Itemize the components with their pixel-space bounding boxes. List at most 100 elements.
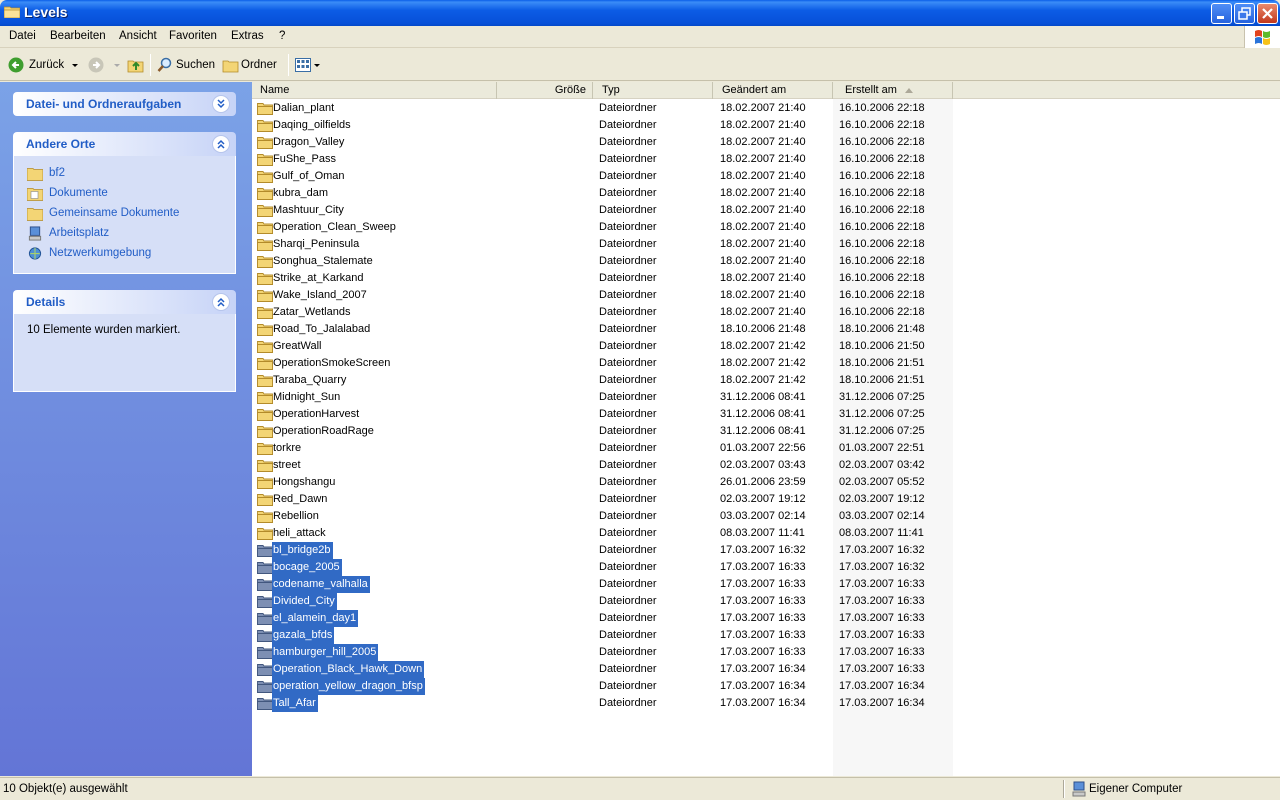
file-row[interactable]: Divided_City Dateiordner 17.03.2007 16:33 1… xyxy=(252,593,1280,610)
file-row[interactable]: operation_yellow_dragon_bfsp Dateiordner 1… xyxy=(252,678,1280,695)
file-row[interactable]: Hongshangu Dateiordner 26.01.2006 23:59 02.… xyxy=(252,474,1280,491)
file-row[interactable]: bocage_2005 Dateiordner 17.03.2007 16:33 17… xyxy=(252,559,1280,576)
file-list[interactable]: Name Größe Typ Geändert am Erstellt am D… xyxy=(252,82,1280,776)
chevron-down-icon[interactable] xyxy=(112,60,122,70)
column-header-created[interactable]: Erstellt am xyxy=(833,82,953,99)
file-name[interactable]: Tall_Afar xyxy=(272,695,318,712)
file-row[interactable]: Operation_Black_Hawk_Down Dateiordner 17.0… xyxy=(252,661,1280,678)
file-row[interactable]: Zatar_Wetlands Dateiordner 18.02.2007 21:4… xyxy=(252,304,1280,321)
close-button[interactable] xyxy=(1257,3,1278,24)
file-row[interactable]: hamburger_hill_2005 Dateiordner 17.03.2007… xyxy=(252,644,1280,661)
file-row[interactable]: Wake_Island_2007 Dateiordner 18.02.2007 21… xyxy=(252,287,1280,304)
file-row[interactable]: OperationRoadRage Dateiordner 31.12.2006 0… xyxy=(252,423,1280,440)
file-row[interactable]: kubra_dam Dateiordner 18.02.2007 21:40 16.1… xyxy=(252,185,1280,202)
file-row[interactable]: Mashtuur_City Dateiordner 18.02.2007 21:40… xyxy=(252,202,1280,219)
place-link-bf2[interactable]: bf2 xyxy=(14,164,235,184)
file-name[interactable]: torkre xyxy=(272,440,303,457)
file-name[interactable]: street xyxy=(272,457,303,474)
file-row[interactable]: heli_attack Dateiordner 08.03.2007 11:41 08… xyxy=(252,525,1280,542)
file-name[interactable]: Midnight_Sun xyxy=(272,389,342,406)
file-name[interactable]: Red_Dawn xyxy=(272,491,329,508)
file-name[interactable]: bocage_2005 xyxy=(272,559,342,576)
file-row[interactable]: Taraba_Quarry Dateiordner 18.02.2007 21:42… xyxy=(252,372,1280,389)
file-name[interactable]: operation_yellow_dragon_bfsp xyxy=(272,678,425,695)
folders-button[interactable]: Ordner xyxy=(222,55,277,75)
file-name[interactable]: Dalian_plant xyxy=(272,100,336,117)
column-header-modified[interactable]: Geändert am xyxy=(713,82,833,99)
other-places-header[interactable]: Andere Orte xyxy=(13,132,236,156)
file-tasks-header[interactable]: Datei- und Ordneraufgaben xyxy=(13,92,236,116)
file-name[interactable]: OperationSmokeScreen xyxy=(272,355,392,372)
menu-extras[interactable]: Extras xyxy=(231,30,264,42)
search-button[interactable]: Suchen xyxy=(157,55,215,75)
file-name[interactable]: Strike_at_Karkand xyxy=(272,270,366,287)
file-name[interactable]: Mashtuur_City xyxy=(272,202,346,219)
file-name[interactable]: kubra_dam xyxy=(272,185,330,202)
file-name[interactable]: OperationRoadRage xyxy=(272,423,376,440)
menu-edit[interactable]: Bearbeiten xyxy=(50,30,106,42)
file-name[interactable]: Sharqi_Peninsula xyxy=(272,236,361,253)
file-row[interactable]: Dalian_plant Dateiordner 18.02.2007 21:40 1… xyxy=(252,100,1280,117)
file-name[interactable]: bl_bridge2b xyxy=(272,542,333,559)
file-name[interactable]: Road_To_Jalalabad xyxy=(272,321,372,338)
file-row[interactable]: Gulf_of_Oman Dateiordner 18.02.2007 21:40 1… xyxy=(252,168,1280,185)
file-name[interactable]: Operation_Black_Hawk_Down xyxy=(272,661,425,678)
up-folder-button[interactable] xyxy=(127,55,145,75)
collapse-icon[interactable] xyxy=(212,293,230,311)
file-row[interactable]: street Dateiordner 02.03.2007 03:43 02.03.2… xyxy=(252,457,1280,474)
file-row[interactable]: codename_valhalla Dateiordner 17.03.2007 1… xyxy=(252,576,1280,593)
collapse-icon[interactable] xyxy=(212,135,230,153)
file-name[interactable]: Taraba_Quarry xyxy=(272,372,348,389)
file-row[interactable]: Rebellion Dateiordner 03.03.2007 02:14 03.0… xyxy=(252,508,1280,525)
file-name[interactable]: Operation_Clean_Sweep xyxy=(272,219,398,236)
file-row[interactable]: Tall_Afar Dateiordner 17.03.2007 16:34 17.0… xyxy=(252,695,1280,712)
file-name[interactable]: Dragon_Valley xyxy=(272,134,346,151)
file-name[interactable]: GreatWall xyxy=(272,338,324,355)
file-row[interactable]: Midnight_Sun Dateiordner 31.12.2006 08:41 3… xyxy=(252,389,1280,406)
menu-view[interactable]: Ansicht xyxy=(119,30,157,42)
forward-button[interactable] xyxy=(88,55,122,75)
file-name[interactable]: Divided_City xyxy=(272,593,337,610)
expand-icon[interactable] xyxy=(212,95,230,113)
back-button[interactable]: Zurück xyxy=(8,55,80,75)
file-name[interactable]: FuShe_Pass xyxy=(272,151,338,168)
file-row[interactable]: Red_Dawn Dateiordner 02.03.2007 19:12 02.03… xyxy=(252,491,1280,508)
file-row[interactable]: OperationHarvest Dateiordner 31.12.2006 08… xyxy=(252,406,1280,423)
file-name[interactable]: Zatar_Wetlands xyxy=(272,304,352,321)
file-name[interactable]: Rebellion xyxy=(272,508,321,525)
file-name[interactable]: Wake_Island_2007 xyxy=(272,287,369,304)
file-row[interactable]: GreatWall Dateiordner 18.02.2007 21:42 18.1… xyxy=(252,338,1280,355)
chevron-down-icon[interactable] xyxy=(70,60,80,70)
file-row[interactable]: torkre Dateiordner 01.03.2007 22:56 01.03.2… xyxy=(252,440,1280,457)
file-name[interactable]: el_alamein_day1 xyxy=(272,610,359,627)
column-header-name[interactable]: Name xyxy=(252,82,497,99)
file-row[interactable]: Road_To_Jalalabad Dateiordner 18.10.2006 2… xyxy=(252,321,1280,338)
minimize-button[interactable] xyxy=(1211,3,1232,24)
menu-favorites[interactable]: Favoriten xyxy=(169,30,217,42)
file-row[interactable]: Operation_Clean_Sweep Dateiordner 18.02.20… xyxy=(252,219,1280,236)
file-row[interactable]: FuShe_Pass Dateiordner 18.02.2007 21:40 16.… xyxy=(252,151,1280,168)
chevron-down-icon[interactable] xyxy=(313,60,321,70)
place-link-my-computer[interactable]: Arbeitsplatz xyxy=(14,224,235,244)
file-row[interactable]: Strike_at_Karkand Dateiordner 18.02.2007 2… xyxy=(252,270,1280,287)
file-row[interactable]: gazala_bfds Dateiordner 17.03.2007 16:33 17… xyxy=(252,627,1280,644)
views-button[interactable] xyxy=(295,55,321,75)
menu-help[interactable]: ? xyxy=(279,30,285,42)
file-name[interactable]: hamburger_hill_2005 xyxy=(272,644,379,661)
column-header-size[interactable]: Größe xyxy=(497,82,593,99)
file-name[interactable]: OperationHarvest xyxy=(272,406,361,423)
file-name[interactable]: heli_attack xyxy=(272,525,328,542)
file-row[interactable]: OperationSmokeScreen Dateiordner 18.02.200… xyxy=(252,355,1280,372)
column-header-type[interactable]: Typ xyxy=(593,82,713,99)
file-row[interactable]: el_alamein_day1 Dateiordner 17.03.2007 16:… xyxy=(252,610,1280,627)
file-row[interactable]: Dragon_Valley Dateiordner 18.02.2007 21:40… xyxy=(252,134,1280,151)
file-name[interactable]: Hongshangu xyxy=(272,474,337,491)
title-bar[interactable]: Levels xyxy=(0,0,1280,26)
file-row[interactable]: bl_bridge2b Dateiordner 17.03.2007 16:32 17… xyxy=(252,542,1280,559)
place-link-network[interactable]: Netzwerkumgebung xyxy=(14,244,235,264)
file-name[interactable]: codename_valhalla xyxy=(272,576,370,593)
file-name[interactable]: Songhua_Stalemate xyxy=(272,253,375,270)
file-row[interactable]: Songhua_Stalemate Dateiordner 18.02.2007 2… xyxy=(252,253,1280,270)
file-row[interactable]: Sharqi_Peninsula Dateiordner 18.02.2007 21… xyxy=(252,236,1280,253)
file-name[interactable]: Daqing_oilfields xyxy=(272,117,353,134)
